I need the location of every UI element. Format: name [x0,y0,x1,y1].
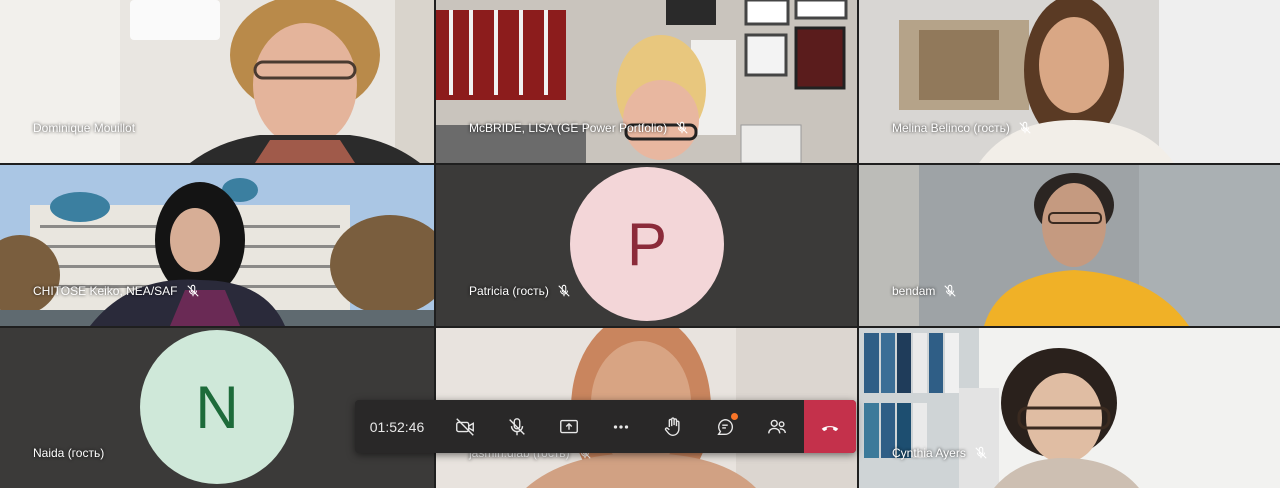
video-feed [436,0,857,163]
camera-toggle-button[interactable] [439,400,491,453]
participant-name: CHITOSE Keiko, NEA/SAF [33,284,200,298]
hang-up-button[interactable] [804,400,856,453]
more-icon [613,424,629,429]
raise-hand-button[interactable] [647,400,699,453]
participants-button[interactable] [751,400,803,453]
call-controls-toolbar: 01:52:46 [355,400,856,453]
video-tile-bendam[interactable]: bendam [859,165,1280,326]
hang-up-icon [821,425,839,431]
chat-button[interactable] [699,400,751,453]
participant-name: bendam [892,284,957,298]
camera-off-icon [456,417,474,436]
video-feed [0,0,434,163]
unread-badge [731,413,738,420]
mic-off-icon [186,284,199,297]
participant-name: Melina Belinco (гость) [892,121,1032,135]
participants-icon [768,419,786,433]
mic-off-icon [509,417,525,435]
video-feed [859,328,1280,488]
video-tile-melina[interactable]: Melina Belinco (гость) [859,0,1280,163]
mic-off-icon [558,284,570,297]
video-tile-patricia[interactable]: P Patricia (гость) [436,165,857,326]
video-feed [0,165,434,326]
participant-name: Naida (гость) [33,446,105,460]
video-feed [859,0,1280,163]
avatar: P [570,167,724,321]
participant-name: McBRIDE, LISA (GE Power Portfolio) [469,121,689,135]
share-screen-button[interactable] [543,400,595,453]
video-feed [859,165,1280,326]
mic-off-icon [975,446,987,459]
call-timer: 01:52:46 [369,418,425,435]
participant-name: Dominique Mouillot [33,121,136,135]
video-tile-cynthia[interactable]: Cynthia Ayers [859,328,1280,488]
video-tile-dominique[interactable]: Dominique Mouillot [0,0,434,163]
participant-name: Cynthia Ayers [892,446,988,460]
avatar: N [140,330,294,484]
mic-off-icon [1019,121,1031,134]
mic-off-icon [676,121,688,134]
raise-hand-icon [664,416,680,436]
more-actions-button[interactable] [595,400,647,453]
video-tile-chitose[interactable]: CHITOSE Keiko, NEA/SAF [0,165,434,326]
share-screen-icon [560,419,578,433]
mic-toggle-button[interactable] [491,400,543,453]
mic-off-icon [944,284,956,297]
video-tile-mcbride[interactable]: McBRIDE, LISA (GE Power Portfolio) [436,0,857,163]
participant-name: Patricia (гость) [469,284,571,298]
